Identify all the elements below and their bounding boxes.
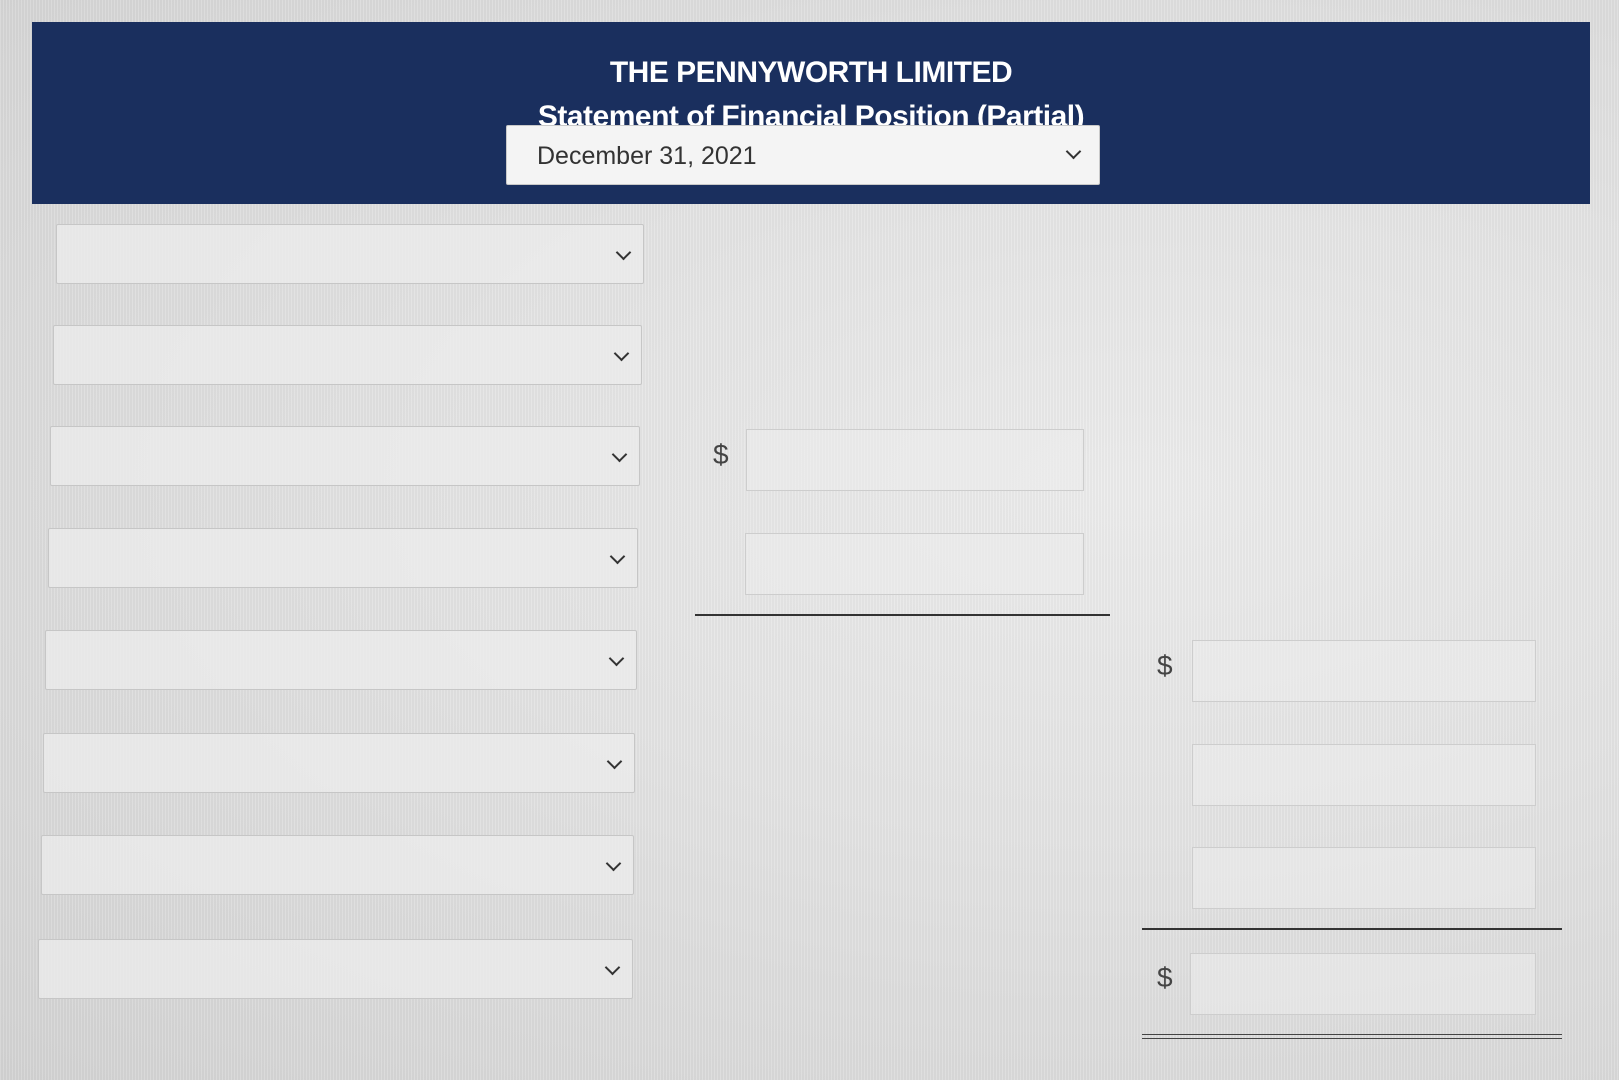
date-select-value: December 31, 2021 <box>537 142 757 170</box>
chevron-down-icon <box>605 855 622 872</box>
total-rule <box>1142 928 1562 930</box>
grand-total-double-rule <box>1142 1034 1562 1039</box>
account-select-1[interactable] <box>56 224 644 284</box>
amount-input-col2-3[interactable] <box>1192 847 1536 909</box>
chevron-down-icon <box>606 753 623 770</box>
statement-page: THE PENNYWORTH LIMITED Statement of Fina… <box>0 0 1619 1080</box>
account-select-7[interactable] <box>41 835 634 895</box>
currency-symbol: $ <box>1157 650 1173 681</box>
statement-header: THE PENNYWORTH LIMITED Statement of Fina… <box>32 22 1590 204</box>
chevron-down-icon <box>611 446 628 463</box>
chevron-down-icon <box>613 345 630 362</box>
chevron-down-icon <box>609 548 626 565</box>
chevron-down-icon <box>608 650 625 667</box>
subtotal-rule <box>695 614 1110 616</box>
total-currency-symbol: $ <box>1157 962 1173 993</box>
total-amount-input[interactable] <box>1190 953 1536 1015</box>
amount-input-col2-2[interactable] <box>1192 744 1536 806</box>
account-select-4[interactable] <box>48 528 638 588</box>
account-select-6[interactable] <box>43 733 635 793</box>
account-select-5[interactable] <box>45 630 637 690</box>
account-select-8[interactable] <box>38 939 633 999</box>
amount-input-col1-2[interactable] <box>745 533 1084 595</box>
company-name: THE PENNYWORTH LIMITED <box>609 56 1013 89</box>
currency-symbol: $ <box>713 439 729 470</box>
account-select-2[interactable] <box>53 325 642 385</box>
chevron-down-icon <box>1065 143 1082 160</box>
chevron-down-icon <box>615 244 632 261</box>
account-select-3[interactable] <box>50 426 640 486</box>
amount-input-col1-1[interactable] <box>746 429 1084 491</box>
amount-input-col2-1[interactable] <box>1192 640 1536 702</box>
chevron-down-icon <box>604 959 621 976</box>
date-select[interactable]: December 31, 2021 <box>506 125 1100 185</box>
